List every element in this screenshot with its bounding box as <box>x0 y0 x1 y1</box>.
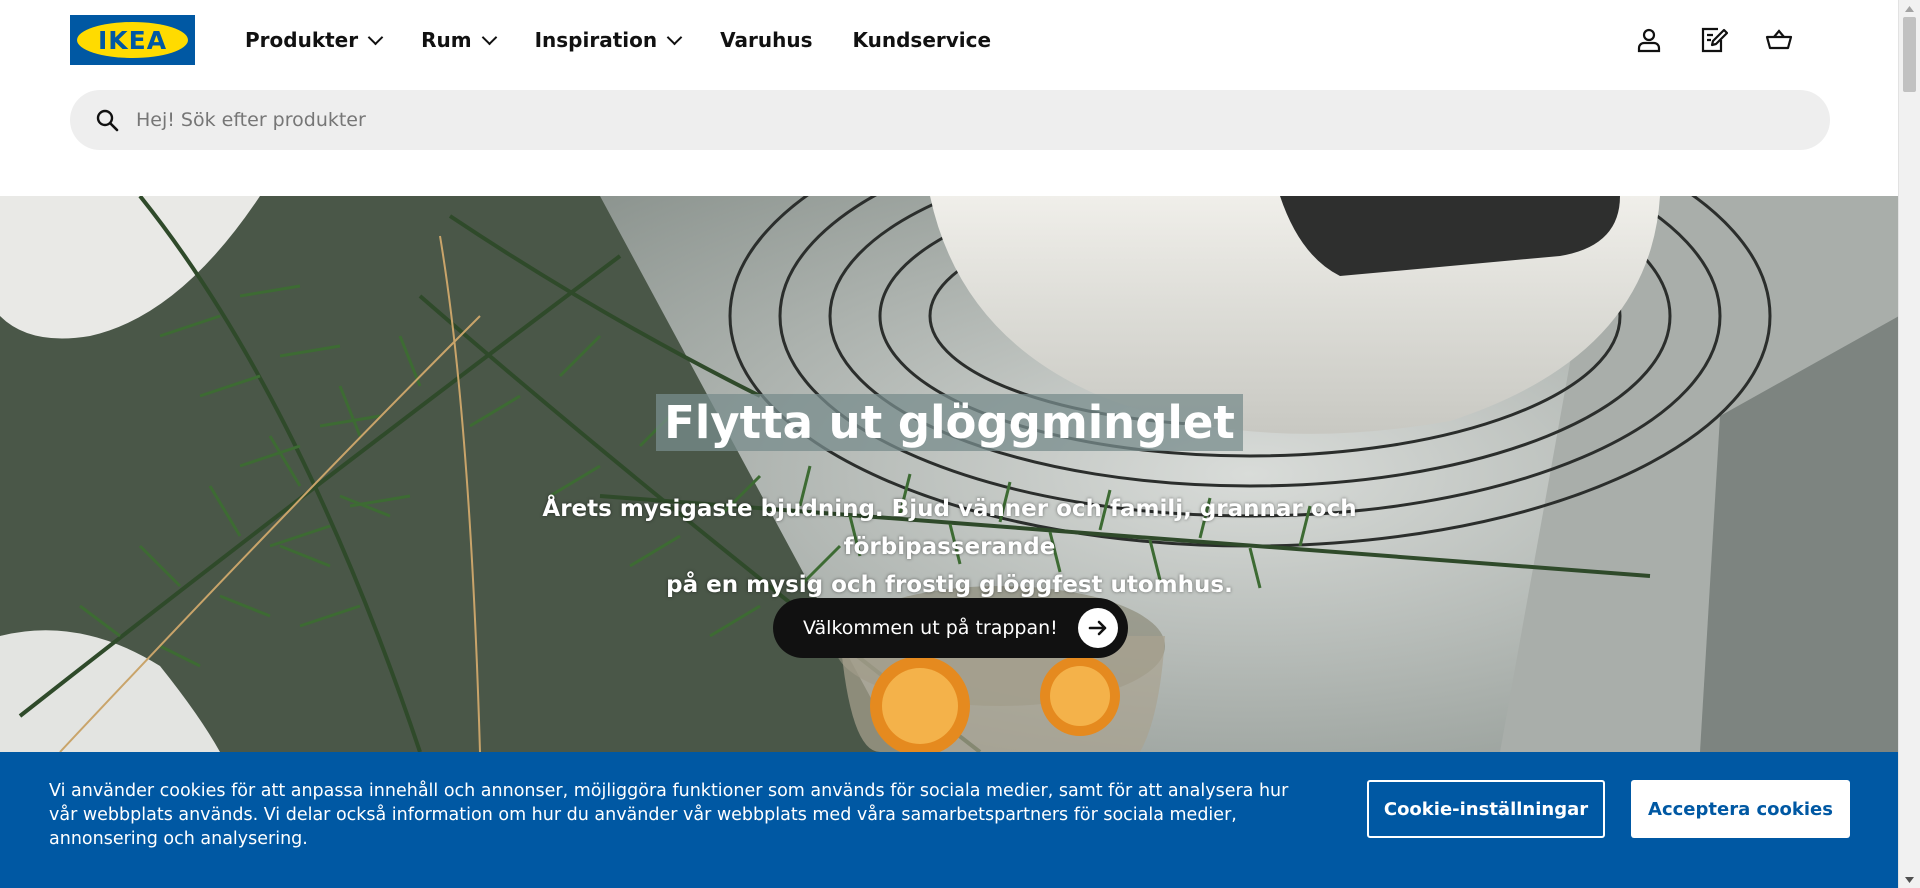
site-header: IKEA Produkter Rum Inspiration Varuhus K… <box>0 0 1899 196</box>
page: IKEA Produkter Rum Inspiration Varuhus K… <box>0 0 1920 888</box>
user-icon[interactable] <box>1629 20 1669 60</box>
nav-label: Varuhus <box>720 28 813 52</box>
scroll-down-icon[interactable] <box>1899 871 1920 888</box>
accept-cookies-button[interactable]: Acceptera cookies <box>1631 780 1850 838</box>
scrollbar-thumb[interactable] <box>1903 17 1916 92</box>
hero-image <box>0 196 1899 752</box>
cart-icon[interactable] <box>1759 20 1799 60</box>
page-scrollbar[interactable] <box>1898 0 1920 888</box>
logo-text: IKEA <box>97 25 168 55</box>
arrow-right-icon <box>1077 608 1118 648</box>
search-bar[interactable] <box>70 90 1830 150</box>
nav-item-varuhus[interactable]: Varuhus <box>720 28 812 52</box>
main-nav: Produkter Rum Inspiration Varuhus Kundse… <box>245 20 1031 60</box>
logo-oval: IKEA <box>77 22 188 58</box>
header-icons <box>1604 20 1799 60</box>
hero-title: Flytta ut glöggminglet <box>656 394 1243 451</box>
nav-label: Inspiration <box>534 28 658 52</box>
chevron-down-icon <box>481 29 497 45</box>
nav-label: Rum <box>421 28 472 52</box>
cookie-text: Vi använder cookies för att anpassa inne… <box>49 781 1289 849</box>
chevron-down-icon <box>367 29 384 45</box>
hero-subtitle: Årets mysigaste bjudning. Bjud vänner oc… <box>0 490 1899 604</box>
hero-cta-label: Välkommen ut på trappan! <box>803 617 1058 639</box>
scroll-up-icon[interactable] <box>1899 0 1920 17</box>
nav-item-produkter[interactable]: Produkter <box>245 28 384 52</box>
hero-title-wrap: Flytta ut glöggminglet <box>0 394 1899 451</box>
hero-subtitle-line1: Årets mysigaste bjudning. Bjud vänner oc… <box>542 496 1357 560</box>
nav-label: Produkter <box>245 28 359 52</box>
nav-label: Kundservice <box>852 28 992 52</box>
hero-cta-button[interactable]: Välkommen ut på trappan! <box>773 598 1128 658</box>
nav-item-inspiration[interactable]: Inspiration <box>534 28 683 52</box>
shopping-list-icon[interactable] <box>1694 20 1734 60</box>
search-icon[interactable] <box>92 105 122 135</box>
search-input[interactable] <box>134 108 1788 132</box>
chevron-down-icon <box>666 29 683 45</box>
nav-item-rum[interactable]: Rum <box>421 28 497 52</box>
ikea-logo[interactable]: IKEA <box>70 15 195 65</box>
cookie-banner: Vi använder cookies för att anpassa inne… <box>0 752 1899 888</box>
nav-item-kundservice[interactable]: Kundservice <box>852 28 991 52</box>
cookie-settings-button[interactable]: Cookie-inställningar <box>1367 780 1605 838</box>
hero-banner: Flytta ut glöggminglet Årets mysigaste b… <box>0 196 1899 752</box>
